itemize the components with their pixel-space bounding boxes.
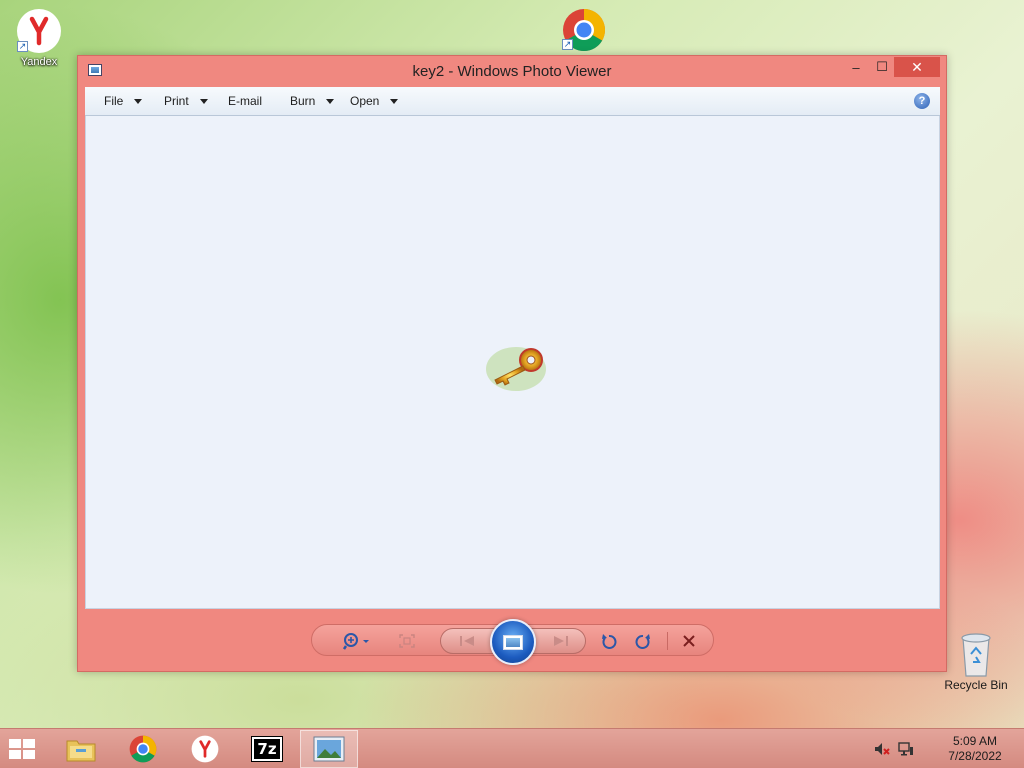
chevron-down-icon — [199, 98, 208, 104]
taskbar-photo-viewer[interactable] — [300, 730, 358, 768]
menu-file-label: File — [104, 94, 124, 108]
golden-key-icon — [486, 347, 546, 391]
desktop-icon-label: Yandex — [20, 56, 58, 68]
minimize-button[interactable]: – — [842, 57, 870, 77]
control-separator — [667, 632, 668, 650]
taskbar-file-explorer[interactable] — [52, 730, 110, 768]
next-icon[interactable] — [548, 630, 574, 652]
maximize-button[interactable]: ☐ — [868, 57, 896, 77]
title-bar[interactable]: key2 - Windows Photo Viewer – ☐ ✕ — [78, 56, 946, 86]
network-icon[interactable] — [898, 741, 914, 757]
taskbar-yandex[interactable] — [176, 730, 234, 768]
slideshow-button[interactable] — [490, 619, 536, 665]
taskbar-chrome[interactable] — [114, 730, 172, 768]
taskbar: 7z 5:09 AM 7/28/2022 — [0, 728, 1024, 768]
menu-burn[interactable]: Burn — [290, 94, 335, 108]
menu-print[interactable]: Print — [164, 94, 208, 108]
desktop-icon-yandex[interactable]: ↗ Yandex — [3, 8, 75, 68]
image-viewport[interactable] — [85, 116, 940, 609]
photo-viewer-icon — [313, 736, 345, 762]
clock-time: 5:09 AM — [952, 734, 998, 748]
window-title: key2 - Windows Photo Viewer — [412, 63, 612, 80]
system-clock[interactable]: 5:09 AM 7/28/2022 — [930, 734, 1020, 764]
actual-size-icon[interactable] — [396, 630, 418, 652]
start-button[interactable] — [9, 739, 39, 761]
speaker-muted-icon[interactable] — [874, 741, 890, 757]
chrome-icon — [129, 735, 157, 763]
desktop-icon-label: Recycle Bin — [944, 678, 1008, 692]
shortcut-arrow-icon: ↗ — [17, 41, 28, 52]
rotate-counterclockwise-icon[interactable] — [598, 630, 620, 652]
chevron-down-icon — [326, 98, 335, 104]
menu-email-label: E-mail — [228, 94, 263, 108]
menu-email[interactable]: E-mail — [228, 94, 262, 108]
rotate-clockwise-icon[interactable] — [632, 630, 654, 652]
chevron-down-icon — [134, 98, 143, 104]
7zip-label: 7z — [257, 740, 277, 758]
menu-bar: File Print E-mail Burn Open ? — [85, 87, 940, 116]
zoom-icon[interactable] — [340, 630, 374, 652]
menu-file[interactable]: File — [104, 94, 143, 108]
slideshow-icon — [503, 634, 523, 650]
yandex-icon — [191, 735, 219, 763]
photo-viewer-window: key2 - Windows Photo Viewer – ☐ ✕ File P… — [77, 55, 947, 672]
desktop-icon-recycle-bin[interactable]: Recycle Bin — [940, 630, 1012, 692]
clock-date: 7/28/2022 — [948, 749, 1002, 763]
chevron-down-icon — [390, 98, 399, 104]
previous-icon[interactable] — [454, 630, 480, 652]
recycle-bin-icon — [961, 633, 991, 677]
menu-print-label: Print — [164, 94, 189, 108]
control-bar — [311, 619, 714, 665]
file-explorer-icon — [66, 740, 96, 762]
7zip-icon: 7z — [251, 736, 283, 762]
shortcut-arrow-icon: ↗ — [562, 39, 573, 50]
menu-open-label: Open — [350, 94, 380, 108]
desktop-icon-chrome[interactable]: ↗ — [548, 8, 620, 54]
menu-open[interactable]: Open — [350, 94, 399, 108]
close-button[interactable]: ✕ — [894, 57, 940, 77]
menu-burn-label: Burn — [290, 94, 316, 108]
help-icon[interactable]: ? — [914, 93, 930, 109]
delete-icon[interactable] — [678, 630, 700, 652]
taskbar-7zip[interactable]: 7z — [238, 730, 296, 768]
